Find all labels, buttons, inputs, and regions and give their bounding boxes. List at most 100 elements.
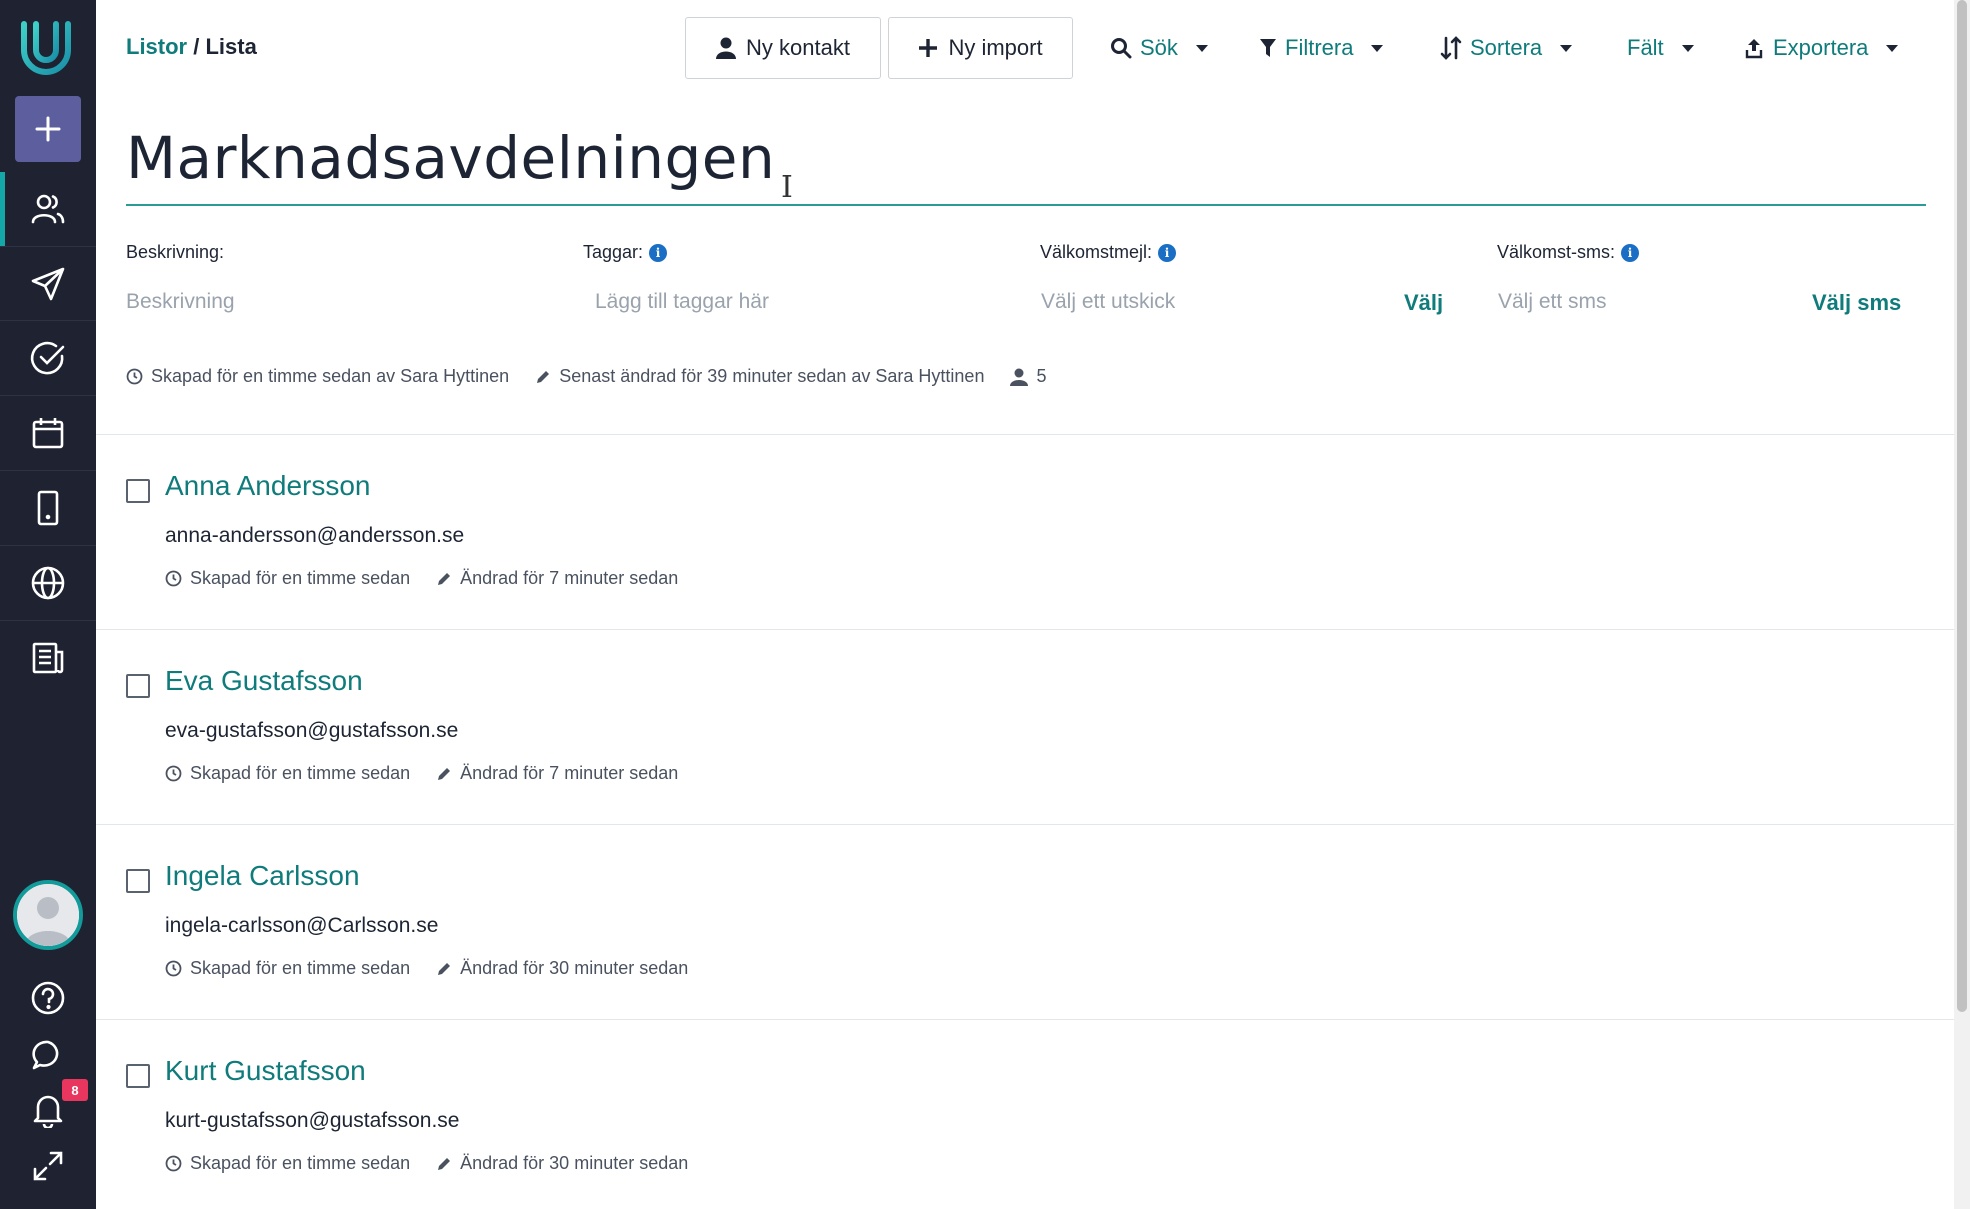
sidebar-item-web[interactable] bbox=[0, 546, 96, 620]
clock-icon bbox=[126, 368, 143, 385]
welcome-sms-label-text: Välkomst-sms: bbox=[1497, 242, 1616, 262]
sidebar-item-mobile[interactable] bbox=[0, 471, 96, 545]
chevron-down-icon bbox=[1560, 44, 1573, 52]
contact-checkbox[interactable] bbox=[126, 479, 150, 503]
help-icon bbox=[31, 981, 65, 1015]
contact-created: Skapad för en timme sedan bbox=[165, 958, 410, 979]
add-new-button[interactable] bbox=[15, 96, 81, 162]
choose-sms-link[interactable]: Välj sms bbox=[1812, 290, 1901, 316]
contact-email: ingela-carlsson@Carlsson.se bbox=[165, 914, 439, 937]
created-info: Skapad för en timme sedan av Sara Hyttin… bbox=[126, 366, 509, 387]
chat-button[interactable] bbox=[0, 1027, 96, 1083]
list-item: Ingela Carlsson ingela-carlsson@Carlsson… bbox=[126, 860, 1826, 1010]
contact-count-text: 5 bbox=[1036, 366, 1047, 386]
sidebar-item-calendar[interactable] bbox=[0, 396, 96, 470]
pencil-icon bbox=[438, 1157, 451, 1170]
contact-created-text: Skapad för en timme sedan bbox=[190, 1153, 411, 1173]
tags-label-text: Taggar: bbox=[583, 242, 644, 262]
newspaper-icon bbox=[32, 642, 64, 674]
search-menu-label: Sök bbox=[1140, 35, 1178, 60]
send-icon bbox=[31, 267, 65, 301]
clock-icon bbox=[165, 960, 182, 977]
info-icon[interactable]: i bbox=[1158, 243, 1177, 262]
contact-modified: Ändrad för 30 minuter sedan bbox=[436, 958, 688, 979]
contact-email: anna-andersson@andersson.se bbox=[165, 524, 465, 547]
contact-created: Skapad för en timme sedan bbox=[165, 763, 410, 784]
chevron-down-icon bbox=[1886, 44, 1899, 52]
user-avatar[interactable] bbox=[13, 880, 83, 950]
contact-created-text: Skapad för en timme sedan bbox=[190, 958, 411, 978]
plus-icon bbox=[35, 116, 61, 142]
sidebar-item-contacts[interactable] bbox=[0, 172, 96, 246]
list-item: Anna Andersson anna-andersson@andersson.… bbox=[126, 470, 1826, 620]
user-silhouette-icon bbox=[17, 884, 79, 946]
sidebar: 8 bbox=[0, 0, 96, 1209]
contact-created-text: Skapad för en timme sedan bbox=[190, 568, 411, 588]
fields-menu-label: Fält bbox=[1627, 35, 1664, 60]
contact-modified: Ändrad för 7 minuter sedan bbox=[436, 568, 678, 589]
pencil-icon bbox=[438, 767, 451, 780]
description-label: Beskrivning: bbox=[126, 242, 224, 263]
scrollbar[interactable] bbox=[1954, 0, 1970, 1209]
new-contact-button[interactable]: Ny kontakt bbox=[685, 17, 881, 79]
description-input[interactable] bbox=[126, 290, 486, 314]
contact-checkbox[interactable] bbox=[126, 869, 150, 893]
chevron-down-icon bbox=[1681, 44, 1694, 52]
welcome-mail-input[interactable] bbox=[1041, 290, 1341, 314]
description-label-text: Beskrivning: bbox=[126, 242, 225, 262]
sort-menu[interactable]: Sortera bbox=[1440, 28, 1573, 68]
new-import-label: Ny import bbox=[948, 35, 1043, 60]
welcome-sms-label: Välkomst-sms: i bbox=[1497, 242, 1640, 263]
export-menu[interactable]: Exportera bbox=[1743, 28, 1899, 68]
welcome-mail-label: Välkomstmejl: i bbox=[1040, 242, 1177, 263]
page-title[interactable]: Marknadsavdelningen bbox=[126, 124, 775, 192]
notification-badge: 8 bbox=[62, 1079, 88, 1101]
contact-modified-text: Ändrad för 30 minuter sedan bbox=[460, 958, 689, 978]
contact-modified: Ändrad för 30 minuter sedan bbox=[436, 1153, 688, 1174]
clock-icon bbox=[165, 765, 182, 782]
globe-icon bbox=[31, 566, 65, 600]
app-logo[interactable] bbox=[16, 18, 76, 78]
contact-email: eva-gustafsson@gustafsson.se bbox=[165, 719, 459, 742]
contact-name[interactable]: Anna Andersson bbox=[165, 470, 371, 502]
new-import-button[interactable]: Ny import bbox=[888, 17, 1073, 79]
user-icon bbox=[716, 37, 737, 59]
modified-info: Senast ändrad för 39 minuter sedan av Sa… bbox=[535, 366, 984, 387]
scrollbar-thumb[interactable] bbox=[1957, 0, 1967, 1012]
contact-checkbox[interactable] bbox=[126, 1064, 150, 1088]
mobile-icon bbox=[37, 490, 59, 526]
search-menu[interactable]: Sök bbox=[1110, 28, 1208, 68]
breadcrumb-current: Lista bbox=[205, 34, 257, 59]
contact-checkbox[interactable] bbox=[126, 674, 150, 698]
sort-menu-label: Sortera bbox=[1470, 35, 1543, 60]
sidebar-item-tasks[interactable] bbox=[0, 321, 96, 395]
pencil-icon bbox=[537, 370, 550, 383]
sidebar-item-send[interactable] bbox=[0, 247, 96, 321]
help-button[interactable] bbox=[0, 970, 96, 1026]
contact-name[interactable]: Eva Gustafsson bbox=[165, 665, 363, 697]
list-item: Eva Gustafsson eva-gustafsson@gustafsson… bbox=[126, 665, 1826, 815]
contact-email: kurt-gustafsson@gustafsson.se bbox=[165, 1109, 460, 1132]
export-icon bbox=[1745, 39, 1763, 59]
title-underline bbox=[126, 204, 1926, 206]
sort-icon bbox=[1440, 36, 1462, 60]
created-text: Skapad för en timme sedan av Sara Hyttin… bbox=[151, 366, 510, 386]
clock-icon bbox=[165, 1155, 182, 1172]
breadcrumb-link-lists[interactable]: Listor bbox=[126, 34, 187, 59]
welcome-sms-input[interactable] bbox=[1498, 290, 1798, 314]
choose-mail-link[interactable]: Välj bbox=[1404, 290, 1443, 316]
info-icon[interactable]: i bbox=[649, 243, 668, 262]
contact-name[interactable]: Ingela Carlsson bbox=[165, 860, 360, 892]
expand-button[interactable] bbox=[0, 1138, 96, 1194]
contact-modified-text: Ändrad för 7 minuter sedan bbox=[460, 568, 679, 588]
list-item: Kurt Gustafsson kurt-gustafsson@gustafss… bbox=[126, 1055, 1826, 1205]
filter-menu[interactable]: Filtrera bbox=[1259, 28, 1384, 68]
tags-input[interactable] bbox=[595, 290, 955, 314]
contact-name[interactable]: Kurt Gustafsson bbox=[165, 1055, 366, 1087]
bell-icon bbox=[33, 1095, 63, 1128]
sidebar-item-reports[interactable] bbox=[0, 621, 96, 695]
info-icon[interactable]: i bbox=[1621, 243, 1640, 262]
export-menu-label: Exportera bbox=[1773, 35, 1869, 60]
text-cursor-icon: I bbox=[781, 170, 793, 205]
fields-menu[interactable]: Fält bbox=[1627, 28, 1694, 68]
